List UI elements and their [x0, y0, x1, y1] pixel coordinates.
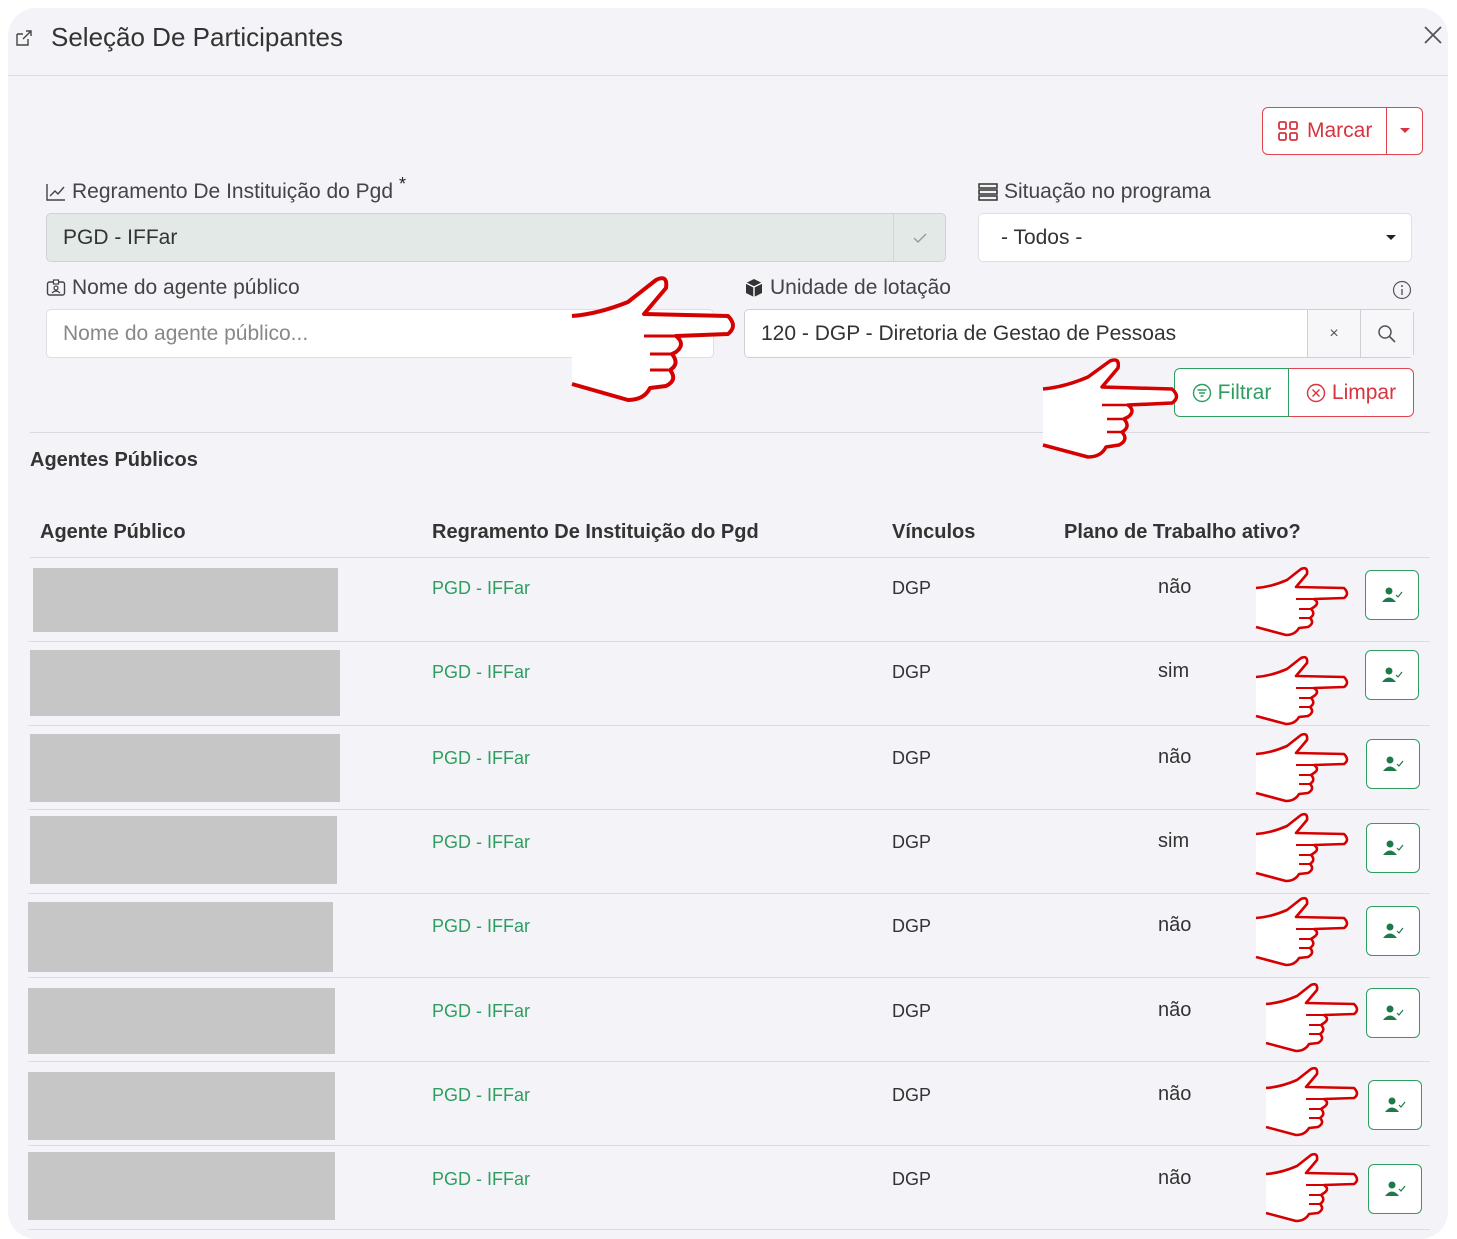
plano-cell: não — [1158, 576, 1192, 598]
situacao-label: Situação no programa — [978, 180, 1211, 204]
vinculos-cell: DGP — [892, 916, 932, 936]
regramento-link[interactable]: PGD - IFFar — [432, 1001, 530, 1022]
redacted-name — [30, 816, 337, 884]
column-header-regramento: Regramento De Instituição do Pgd — [432, 521, 759, 543]
unidade-clear-button[interactable]: × — [1307, 310, 1360, 357]
redacted-name — [28, 988, 335, 1054]
vinculos-cell: DGP — [892, 1085, 932, 1105]
section-divider — [30, 432, 1430, 433]
plano-cell: não — [1158, 746, 1192, 768]
caret-down-icon — [1386, 234, 1396, 240]
unidade-value[interactable]: 120 - DGP - Diretoria de Gestao de Pesso… — [745, 310, 1307, 357]
select-agent-button[interactable] — [1368, 1080, 1422, 1130]
plano-cell: não — [1158, 914, 1192, 936]
cube-icon — [745, 279, 763, 297]
filter-icon — [1192, 383, 1211, 402]
redacted-name — [28, 1072, 335, 1140]
plano-cell: sim — [1158, 660, 1190, 682]
column-header-agente: Agente Público — [40, 521, 186, 543]
vinculos-cell: DGP — [892, 1001, 932, 1021]
unidade-lotacao-field: 120 - DGP - Diretoria de Gestao de Pesso… — [744, 309, 1414, 358]
regramento-link[interactable]: PGD - IFFar — [432, 748, 530, 769]
table-row: PGD - IFFar DGP não — [28, 558, 1430, 642]
nome-agente-input[interactable] — [46, 309, 714, 358]
user-check-icon — [1383, 756, 1404, 771]
plano-cell: não — [1158, 1167, 1192, 1189]
close-icon[interactable] — [1420, 22, 1446, 48]
regramento-link[interactable]: PGD - IFFar — [432, 832, 530, 853]
table-row: PGD - IFFar DGP não — [28, 894, 1430, 978]
select-agent-button[interactable] — [1366, 988, 1420, 1038]
unidade-label: Unidade de lotação — [744, 276, 951, 300]
select-agent-button[interactable] — [1368, 1164, 1422, 1214]
table-row: PGD - IFFar DGP não — [28, 726, 1430, 810]
external-link-icon — [16, 30, 32, 46]
regramento-link[interactable]: PGD - IFFar — [432, 1085, 530, 1106]
search-icon — [1378, 324, 1396, 343]
nome-label: Nome do agente público — [46, 276, 300, 300]
vinculos-cell: DGP — [892, 1169, 932, 1189]
plano-cell: não — [1158, 1083, 1192, 1105]
table-row: PGD - IFFar DGP não — [28, 978, 1430, 1062]
marcar-label: Marcar — [1307, 119, 1373, 142]
select-agent-button[interactable] — [1366, 906, 1420, 956]
marcar-button[interactable]: Marcar — [1263, 108, 1386, 154]
redacted-name — [33, 568, 338, 632]
user-check-icon — [1383, 923, 1404, 938]
regramento-link[interactable]: PGD - IFFar — [432, 1169, 530, 1190]
situacao-value: - Todos - — [1001, 225, 1083, 249]
info-icon — [1392, 280, 1412, 300]
regramento-link[interactable]: PGD - IFFar — [432, 578, 530, 599]
list-icon — [978, 183, 998, 201]
select-agent-button[interactable] — [1366, 823, 1420, 873]
marcar-button-group: Marcar — [1262, 107, 1424, 155]
circle-x-icon — [1306, 383, 1326, 402]
unidade-search-button[interactable] — [1360, 310, 1413, 357]
user-check-icon — [1383, 1005, 1404, 1020]
column-header-vinculos: Vínculos — [892, 521, 976, 543]
check-icon — [913, 233, 926, 243]
user-check-icon — [1382, 587, 1403, 602]
redacted-name — [28, 902, 333, 972]
redacted-name — [30, 734, 340, 802]
caret-down-icon — [1399, 128, 1410, 133]
table-row: PGD - IFFar DGP sim — [28, 642, 1430, 726]
plano-cell: não — [1158, 999, 1192, 1021]
select-agent-button[interactable] — [1366, 739, 1420, 789]
regramento-link[interactable]: PGD - IFFar — [432, 916, 530, 937]
modal-title: Seleção De Participantes — [51, 22, 343, 52]
limpar-button[interactable]: Limpar — [1289, 368, 1414, 417]
filtrar-button[interactable]: Filtrar — [1174, 368, 1289, 417]
vinculos-cell: DGP — [892, 832, 932, 852]
regramento-value: PGD - IFFar — [63, 225, 178, 249]
id-card-icon — [46, 279, 66, 296]
chart-line-icon — [46, 184, 65, 201]
section-title: Agentes Públicos — [30, 449, 198, 471]
marcar-dropdown-toggle[interactable] — [1386, 108, 1422, 154]
modal-header: Seleção De Participantes — [8, 8, 1448, 76]
select-agent-button[interactable] — [1365, 650, 1419, 700]
regramento-select: PGD - IFFar — [46, 213, 946, 262]
table-row: PGD - IFFar DGP não — [28, 1146, 1430, 1230]
redacted-name — [30, 650, 340, 716]
filter-actions: Filtrar Limpar — [1174, 368, 1414, 417]
plano-cell: sim — [1158, 830, 1190, 852]
user-check-icon — [1382, 667, 1403, 682]
regramento-label: Regramento De Instituição do Pgd * — [46, 174, 406, 204]
grid-icon — [1278, 121, 1298, 141]
participant-selection-modal: Seleção De Participantes Marcar Regramen… — [8, 8, 1448, 1239]
vinculos-cell: DGP — [892, 748, 932, 768]
vinculos-cell: DGP — [892, 662, 932, 682]
regramento-link[interactable]: PGD - IFFar — [432, 662, 530, 683]
situacao-select[interactable]: - Todos - — [978, 213, 1412, 262]
user-check-icon — [1385, 1097, 1406, 1112]
user-check-icon — [1383, 840, 1404, 855]
vinculos-cell: DGP — [892, 578, 932, 598]
select-agent-button[interactable] — [1365, 570, 1419, 620]
table-row: PGD - IFFar DGP sim — [28, 810, 1430, 894]
column-header-plano: Plano de Trabalho ativo? — [1064, 521, 1301, 543]
redacted-name — [28, 1152, 335, 1220]
user-check-icon — [1385, 1181, 1406, 1196]
table-row: PGD - IFFar DGP não — [28, 1062, 1430, 1146]
